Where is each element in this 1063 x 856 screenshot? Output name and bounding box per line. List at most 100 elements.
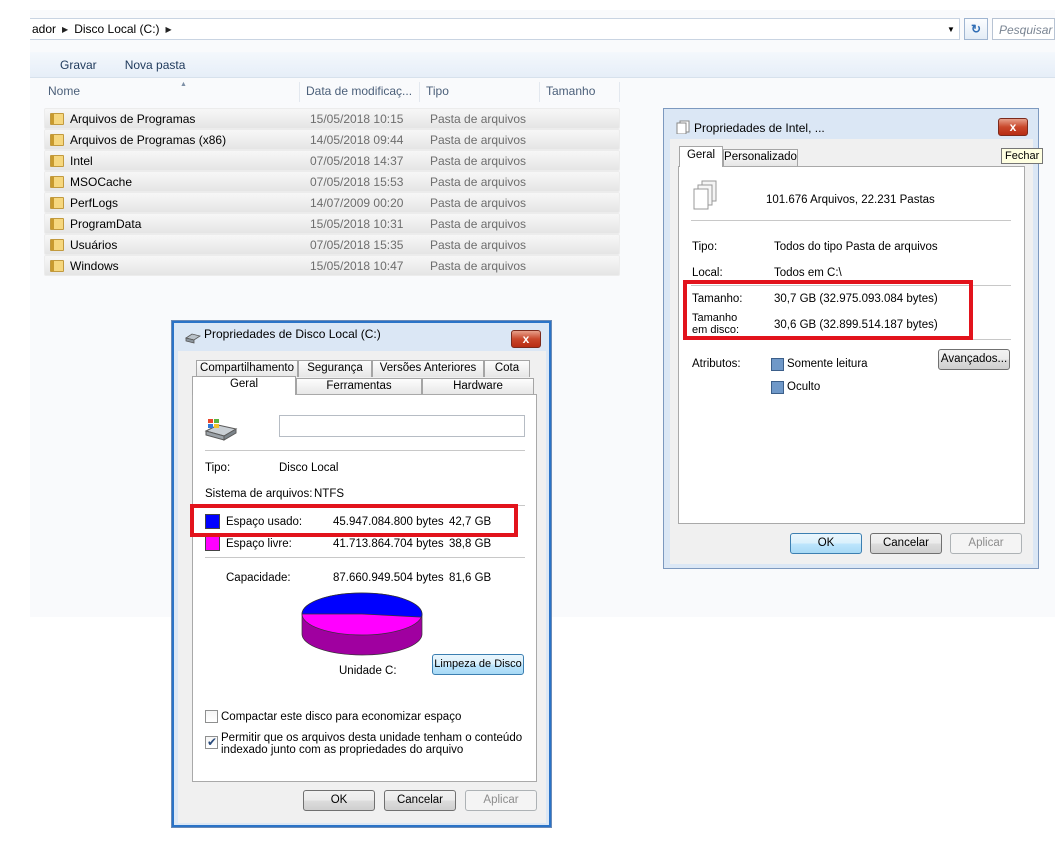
file-row[interactable]: Usuários 07/05/2018 15:35 Pasta de arquivo… (44, 234, 620, 255)
file-type: Pasta de arquivos (430, 112, 527, 126)
index-label-line2[interactable]: indexado junto com as propriedades do ar… (221, 744, 463, 756)
file-type: Pasta de arquivos (430, 133, 527, 147)
disk-properties-dialog: Propriedades de Disco Local (C:) x Compa… (171, 320, 552, 828)
general-panel: 101.676 Arquivos, 22.231 Pastas Tipo: To… (678, 166, 1025, 524)
file-name: Arquivos de Programas (70, 112, 196, 126)
compress-checkbox[interactable] (205, 710, 218, 723)
type-label: Tipo: (692, 241, 718, 253)
index-label-line1[interactable]: Permitir que os arquivos desta unidade t… (221, 732, 522, 744)
column-headers: Nome ▲ Data de modificaç... Tipo Tamanho (42, 81, 642, 102)
folder-icon (50, 197, 64, 209)
file-row[interactable]: Windows 15/05/2018 10:47 Pasta de arquivos (44, 255, 620, 276)
file-date: 15/05/2018 10:47 (310, 259, 404, 273)
tab-ferramentas[interactable]: Ferramentas (296, 378, 422, 395)
column-date[interactable]: Data de modificaç... (300, 82, 420, 102)
refresh-icon[interactable]: ↻ (964, 18, 988, 40)
file-row[interactable]: Arquivos de Programas (x86) 14/05/2018 09… (44, 129, 620, 150)
ok-button[interactable]: OK (303, 790, 375, 811)
tab-compartilhamento[interactable]: Compartilhamento (196, 360, 298, 377)
file-row[interactable]: ProgramData 15/05/2018 10:31 Pasta de arqu… (44, 213, 620, 234)
file-name: Intel (70, 154, 93, 168)
general-panel: Tipo: Disco Local Sistema de arquivos: N… (192, 394, 537, 782)
separator (205, 557, 525, 558)
file-type: Pasta de arquivos (430, 238, 527, 252)
highlight-box (683, 280, 973, 340)
file-date: 07/05/2018 14:37 (310, 154, 404, 168)
checkmark-icon: ✔ (207, 735, 218, 749)
new-folder-button[interactable]: Nova pasta (111, 58, 200, 72)
type-value: Disco Local (279, 462, 339, 474)
intel-properties-dialog: Propriedades de Intel, ... x Fechar Gera… (663, 108, 1044, 569)
file-row[interactable]: Arquivos de Programas 15/05/2018 10:15 Pas… (44, 108, 620, 129)
hidden-checkbox[interactable] (771, 381, 784, 394)
cancel-button[interactable]: Cancelar (384, 790, 456, 811)
file-type: Pasta de arquivos (430, 154, 527, 168)
location-value: Todos em C:\ (774, 267, 842, 279)
filesystem-label: Sistema de arquivos: (205, 488, 313, 500)
drive-label: Unidade C: (339, 665, 397, 677)
column-name[interactable]: Nome ▲ (42, 81, 300, 102)
folder-icon (676, 120, 690, 134)
column-type[interactable]: Tipo (420, 82, 540, 102)
cancel-button[interactable]: Cancelar (870, 533, 942, 554)
tab-hardware[interactable]: Hardware (422, 378, 534, 395)
multiple-files-icon (693, 180, 717, 210)
file-date: 14/07/2009 00:20 (310, 196, 404, 210)
folder-icon (50, 113, 64, 125)
free-space-gb: 38,8 GB (449, 538, 492, 550)
tab-geral[interactable]: Geral (679, 146, 723, 167)
compress-label[interactable]: Compactar este disco para economizar esp… (221, 711, 461, 723)
search-input[interactable]: Pesquisar (992, 18, 1055, 40)
file-row[interactable]: MSOCache 07/05/2018 15:53 Pasta de arquivo… (44, 171, 620, 192)
free-space-bytes: 41.713.864.704 bytes (333, 538, 444, 550)
pie-slice-used (301, 592, 423, 618)
readonly-label[interactable]: Somente leitura (787, 358, 868, 370)
filesystem-value: NTFS (314, 488, 345, 500)
breadcrumb-arrow-icon[interactable]: ▶ (166, 25, 172, 34)
close-button[interactable]: x (998, 118, 1028, 136)
ok-button[interactable]: OK (790, 533, 862, 554)
disk-cleanup-button[interactable]: Limpeza de Disco (432, 654, 524, 675)
tab-cota[interactable]: Cota (484, 360, 530, 377)
index-checkbox[interactable]: ✔ (205, 735, 218, 749)
advanced-button[interactable]: Avançados... (938, 349, 1010, 370)
file-name: Usuários (70, 238, 118, 252)
file-row[interactable]: Intel 07/05/2018 14:37 Pasta de arquivos (44, 150, 620, 171)
address-bar[interactable]: ador ▶ Disco Local (C:) ▶ (30, 18, 960, 40)
toolbar: Gravar Nova pasta (30, 52, 1055, 78)
capacity-bytes: 87.660.949.504 bytes (333, 572, 444, 584)
tab-seguranca[interactable]: Segurança (298, 360, 372, 377)
hidden-label[interactable]: Oculto (787, 381, 820, 393)
file-date: 14/05/2018 09:44 (310, 133, 404, 147)
dialog-title: Propriedades de Intel, ... (694, 121, 825, 135)
breadcrumb-arrow-icon[interactable]: ▶ (62, 25, 68, 34)
close-button[interactable]: x (511, 330, 541, 348)
file-date: 15/05/2018 10:31 (310, 217, 404, 231)
disk-usage-pie-chart (301, 592, 423, 656)
breadcrumb-computer[interactable]: ador (32, 22, 56, 36)
capacity-label: Capacidade: (226, 572, 291, 584)
readonly-checkbox[interactable] (771, 358, 784, 371)
address-dropdown-icon[interactable]: ▼ (942, 18, 960, 40)
free-space-swatch (205, 536, 220, 551)
column-size[interactable]: Tamanho (540, 82, 620, 102)
drive-name-input[interactable] (279, 415, 525, 437)
folder-icon (50, 134, 64, 146)
file-type: Pasta de arquivos (430, 259, 527, 273)
dialog-body: Compartilhamento Segurança Versões Anter… (178, 351, 546, 823)
file-row[interactable]: PerfLogs 14/07/2009 00:20 Pasta de arquivo… (44, 192, 620, 213)
file-list: Arquivos de Programas 15/05/2018 10:15 Pas… (44, 108, 620, 276)
apply-button[interactable]: Aplicar (950, 533, 1022, 554)
capacity-gb: 81,6 GB (449, 572, 492, 584)
separator (205, 450, 525, 451)
free-space-label: Espaço livre: (226, 538, 292, 550)
folder-icon (50, 155, 64, 167)
burn-button[interactable]: Gravar (46, 58, 111, 72)
tab-geral[interactable]: Geral (192, 376, 296, 395)
tab-personalizado[interactable]: Personalizado (723, 149, 798, 166)
tab-versoes-anteriores[interactable]: Versões Anteriores (372, 360, 484, 377)
breadcrumb-drive[interactable]: Disco Local (C:) (74, 22, 159, 36)
file-date: 07/05/2018 15:35 (310, 238, 404, 252)
folder-icon (50, 218, 64, 230)
apply-button[interactable]: Aplicar (465, 790, 537, 811)
